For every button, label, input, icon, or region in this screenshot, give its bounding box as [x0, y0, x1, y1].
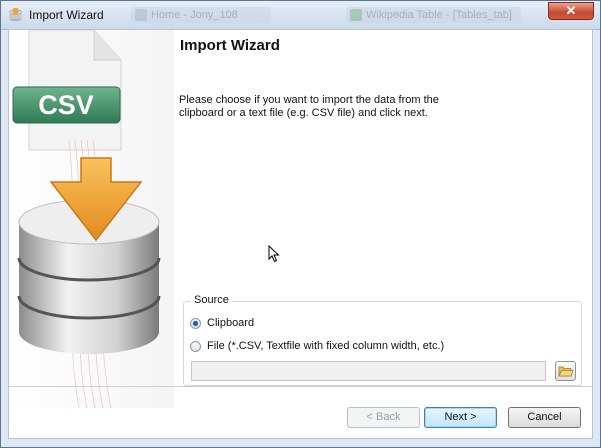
browse-button[interactable]	[555, 361, 576, 381]
wizard-app-icon	[9, 8, 22, 22]
file-radio[interactable]	[190, 340, 201, 352]
title-bar: Import Wizard Home - Jony_108 Wikipedia …	[1, 1, 600, 30]
page-title: Import Wizard	[180, 37, 280, 54]
next-button[interactable]: Next >	[424, 407, 497, 428]
background-window-tab[interactable]: Wikipedia Table - [Tables_tab]	[346, 7, 521, 23]
background-window-label: Home - Jony_108	[151, 9, 238, 21]
background-window-label: Wikipedia Table - [Tables_tab]	[366, 9, 512, 21]
file-label[interactable]: File (*.CSV, Textfile with fixed column …	[207, 340, 444, 352]
wizard-side-image: CSV	[9, 30, 174, 409]
back-button[interactable]: < Back	[347, 407, 420, 428]
clipboard-option[interactable]: Clipboard	[190, 317, 254, 329]
csv-to-database-illustration: CSV	[12, 30, 161, 409]
csv-badge-text: CSV	[38, 90, 94, 120]
folder-open-icon	[558, 366, 574, 377]
mouse-pointer-icon	[268, 245, 280, 263]
cancel-button[interactable]: Cancel	[508, 407, 581, 428]
csv-badge: CSV	[12, 86, 121, 124]
instructions-text: Please choose if you want to import the …	[179, 94, 439, 119]
clipboard-label[interactable]: Clipboard	[207, 317, 254, 329]
close-button[interactable]: ✕	[548, 2, 594, 20]
file-option[interactable]: File (*.CSV, Textfile with fixed column …	[190, 340, 444, 352]
window-title: Import Wizard	[29, 8, 104, 22]
background-window-tab[interactable]: Home - Jony_108	[131, 7, 271, 23]
import-wizard-window: Import Wizard Home - Jony_108 Wikipedia …	[0, 0, 601, 448]
spreadsheet-icon	[350, 9, 362, 21]
window-icon	[135, 9, 147, 21]
footer-separator	[9, 386, 592, 387]
wizard-body: CSV Import Wizard Please choose if you w…	[8, 29, 593, 439]
file-path-input[interactable]	[191, 361, 546, 381]
source-legend: Source	[191, 294, 232, 306]
clipboard-radio[interactable]	[190, 317, 201, 329]
